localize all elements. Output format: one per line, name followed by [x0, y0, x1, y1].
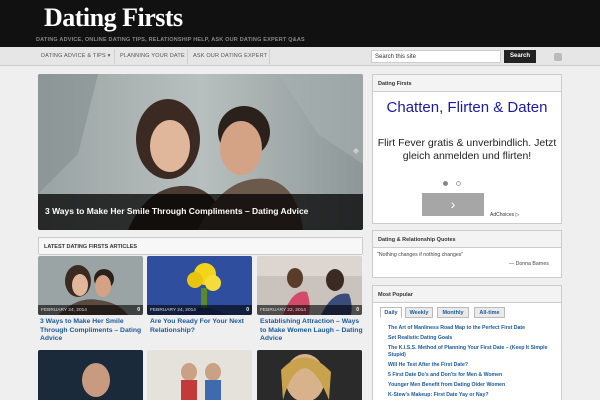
hero-title[interactable]: 3 Ways to Make Her Smile Through Complim… — [45, 206, 308, 216]
article-image — [147, 350, 252, 400]
article-thumbnail[interactable]: FEBRUARY 24, 2014 0 — [147, 256, 252, 315]
quotes-heading: Dating & Relationship Quotes — [373, 231, 561, 248]
quote-text: "Nothing changes if nothing changes" — [377, 252, 464, 258]
comment-count[interactable]: 0 — [246, 307, 249, 313]
ad-slide-dot[interactable] — [456, 181, 461, 186]
article-thumbnail[interactable]: FEBRUARY 24, 2014 0 — [38, 256, 143, 315]
popular-item[interactable]: The Art of Manliness Road Map to the Per… — [388, 325, 525, 332]
article-thumbnail[interactable] — [147, 350, 252, 400]
adchoices-link[interactable]: AdChoices ▷ — [490, 212, 519, 218]
popular-item[interactable]: The K.I.S.S. Method of Planning Your Fir… — [388, 345, 558, 358]
tab-daily[interactable]: Daily — [380, 307, 402, 318]
tab-weekly[interactable]: Weekly — [405, 307, 433, 318]
comment-count[interactable]: 0 — [356, 307, 359, 313]
article-date: FEBRUARY 22, 2014 — [257, 305, 362, 315]
site-tagline: DATING ADVICE, ONLINE DATING TIPS, RELAT… — [36, 37, 305, 43]
nav-divider — [269, 49, 270, 64]
comment-count[interactable]: 0 — [137, 307, 140, 313]
tab-all-time[interactable]: All-time — [474, 307, 505, 318]
latest-articles-panel: LATEST DATING FIRSTS ARTICLES — [38, 237, 363, 255]
popular-item[interactable]: Younger Men Benefit from Dating Older Wo… — [388, 382, 505, 389]
tab-monthly[interactable]: Monthly — [437, 307, 469, 318]
popular-item[interactable]: Set Realistic Dating Goals — [388, 335, 452, 342]
nav-ask-expert[interactable]: ASK OUR DATING EXPERT — [193, 53, 267, 59]
article-title[interactable]: Establishing Attraction – Ways to Make W… — [260, 318, 365, 344]
article-thumbnail[interactable] — [38, 350, 143, 400]
popular-item[interactable]: Will He Text After the First Date? — [388, 362, 468, 369]
search-input[interactable]: Search this site — [371, 50, 501, 63]
nav-divider — [114, 49, 115, 64]
quote-author: — Donna Barnes — [509, 261, 549, 267]
article-thumbnail[interactable] — [257, 350, 362, 400]
most-popular-heading: Most Popular — [373, 286, 561, 303]
latest-articles-heading: LATEST DATING FIRSTS ARTICLES — [39, 238, 362, 255]
featured-slider[interactable]: ◆ 3 Ways to Make Her Smile Through Compl… — [38, 74, 363, 230]
article-title[interactable]: Are You Ready For Your Next Relationship… — [150, 318, 255, 335]
site-header: Dating Firsts DATING ADVICE, ONLINE DATI… — [0, 0, 600, 47]
article-thumbnail[interactable]: FEBRUARY 22, 2014 0 — [257, 256, 362, 315]
nav-planning-your-date[interactable]: PLANNING YOUR DATE — [120, 53, 185, 59]
ad-panel-heading: Dating Firsts — [373, 75, 561, 92]
ad-slide-dot-active[interactable] — [443, 181, 448, 186]
article-image — [38, 350, 143, 400]
popular-item[interactable]: K-Stew's Makeup: First Date Yay or Nay? — [388, 392, 489, 399]
rss-icon[interactable] — [554, 53, 562, 61]
popular-item[interactable]: 5 First Date Do's and Don'ts for Men & W… — [388, 372, 502, 379]
article-date: FEBRUARY 24, 2014 — [38, 305, 143, 315]
search-button[interactable]: Search — [504, 50, 536, 63]
ad-headline[interactable]: Chatten, Flirten & Daten — [372, 99, 562, 116]
site-logo[interactable]: Dating Firsts — [44, 3, 183, 33]
nav-divider — [187, 49, 188, 64]
nav-dating-advice[interactable]: DATING ADVICE & TIPS ▾ — [41, 53, 111, 59]
article-image — [257, 350, 362, 400]
slider-next-icon[interactable]: ◆ — [353, 146, 359, 155]
ad-next-button[interactable]: › — [422, 193, 484, 216]
hero-caption: 3 Ways to Make Her Smile Through Complim… — [38, 194, 363, 230]
article-date: FEBRUARY 24, 2014 — [147, 305, 252, 315]
ad-body[interactable]: Flirt Fever gratis & unverbindlich. Jetz… — [372, 137, 562, 163]
article-title[interactable]: 3 Ways to Make Her Smile Through Complim… — [40, 318, 145, 344]
